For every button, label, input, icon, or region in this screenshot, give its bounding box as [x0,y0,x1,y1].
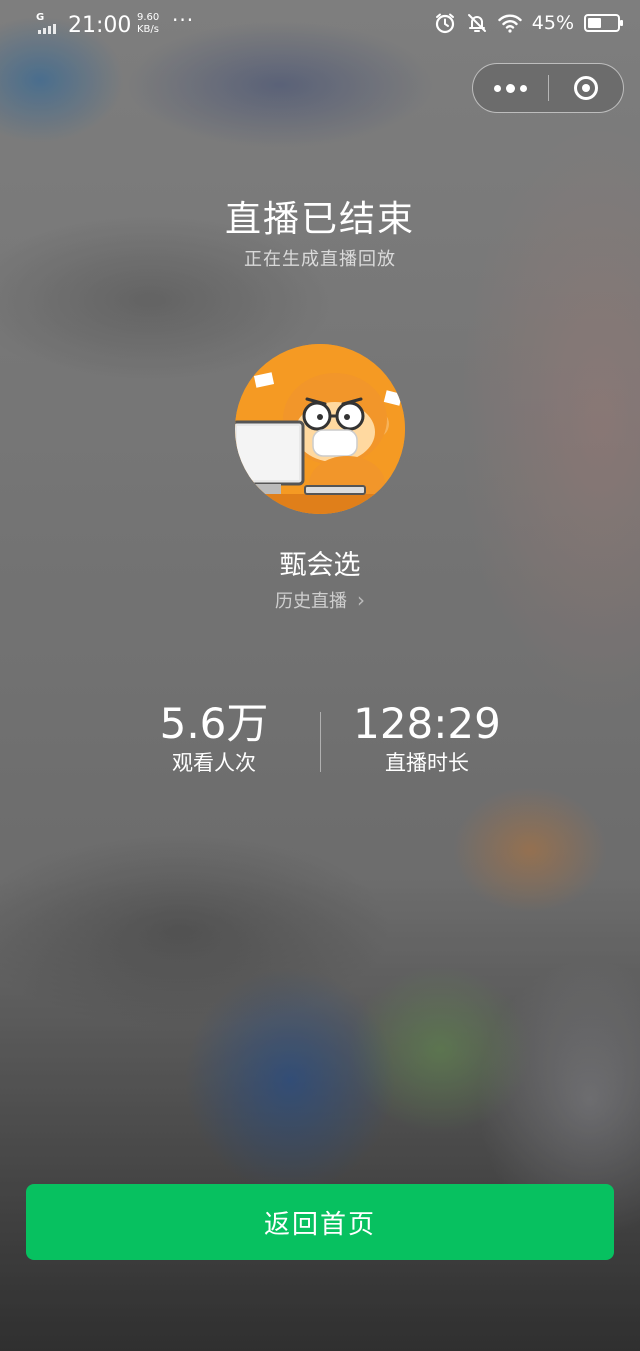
history-live-link[interactable]: 历史直播 › [0,587,640,613]
more-dots-icon [493,84,501,92]
capsule-menu [472,63,624,113]
alarm-icon [435,13,454,34]
battery-icon [584,14,623,32]
page-subtitle: 正在生成直播回放 [244,249,396,270]
history-live-label: 历史直播 [275,591,347,612]
status-bar: G 21:00 9.60 KB/s ··· 45% [0,0,640,52]
back-home-button[interactable]: 返回首页 [26,1184,614,1260]
signal-icon [38,24,56,34]
battery-level [588,18,601,28]
streamer-avatar[interactable] [235,344,405,514]
mute-bell-icon [467,14,486,32]
network-speed: 9.60 KB/s [137,12,159,36]
live-stats: 5.6万 观看人次 128:29 直播时长 [0,700,640,780]
wifi-icon [498,14,522,33]
close-button[interactable] [549,64,624,112]
speed-unit: KB/s [137,24,159,35]
more-button[interactable] [473,64,548,112]
stat-duration-value: 128:29 [353,699,501,748]
speed-value: 9.60 [137,12,160,23]
stat-duration-label: 直播时长 [385,751,469,775]
stat-duration: 128:29 直播时长 [297,700,557,778]
network-type: G [36,12,45,23]
battery-percent: 45% [531,12,574,34]
status-icons: 45% [434,12,623,34]
monkey-avatar [235,344,405,514]
status-time: 21:00 [68,13,132,38]
target-close-icon [573,76,598,100]
status-more: ··· [172,8,195,32]
chevron-right-icon: › [357,588,365,612]
streamer-name: 甄会选 [279,550,361,581]
page-title: 直播已结束 [224,199,415,240]
